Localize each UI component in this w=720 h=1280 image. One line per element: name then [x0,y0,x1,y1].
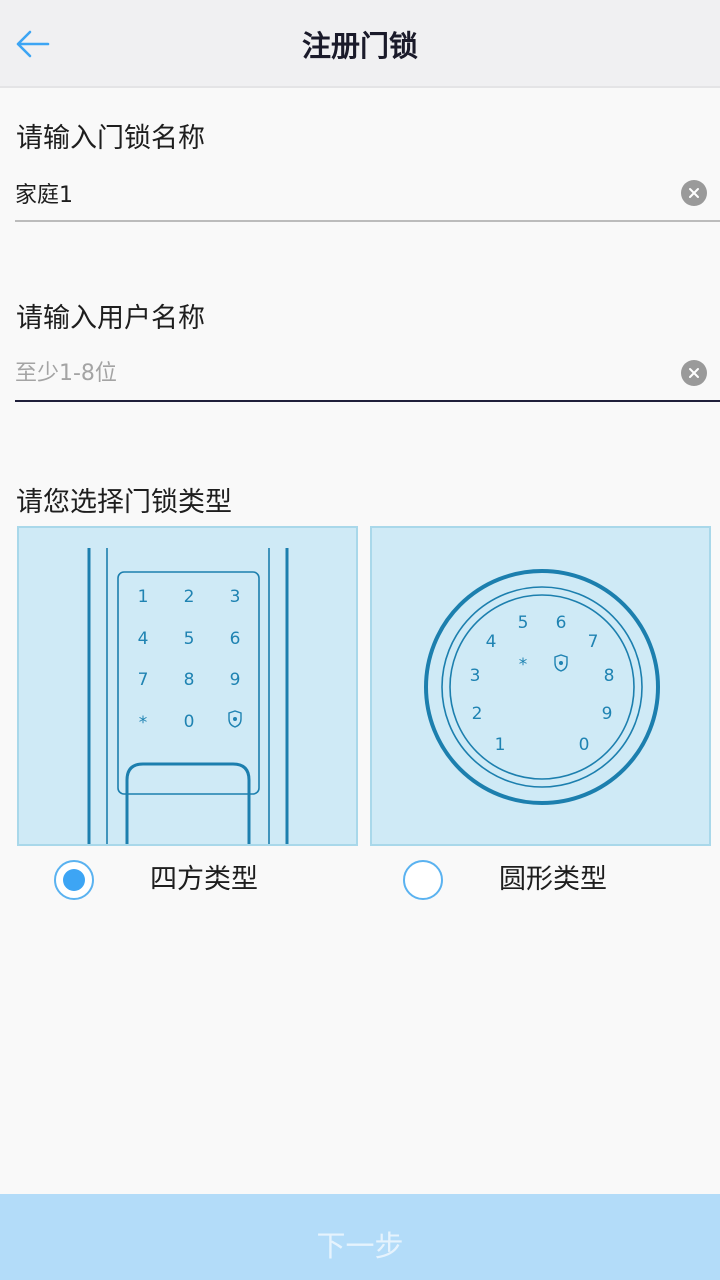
user-name-clear-button[interactable] [681,360,707,386]
square-type-label[interactable]: 四方类型 [150,862,258,898]
keypad-key: * [519,655,528,675]
keypad-key: 7 [138,670,149,690]
keypad-key: 8 [604,666,615,686]
keypad-key: 5 [518,613,529,633]
keypad-key: 3 [230,587,241,607]
lock-name-label: 请输入门锁名称 [16,123,205,154]
keypad-key: * [139,713,148,733]
keypad-key: 1 [495,735,506,755]
clear-icon [689,368,699,378]
user-name-input[interactable] [15,346,655,400]
lock-name-field [15,166,720,222]
keypad-key: 2 [472,704,483,724]
round-type-radio[interactable] [403,860,443,900]
keypad-key: 7 [588,632,599,652]
keypad-key: 6 [230,629,241,649]
round-type-label[interactable]: 圆形类型 [499,862,607,898]
keypad-key: 1 [138,587,149,607]
square-lock-card[interactable]: 1 2 3 4 5 6 7 8 9 * 0 [17,526,358,846]
user-name-label: 请输入用户名称 [16,303,205,334]
lock-type-label: 请您选择门锁类型 [16,487,232,518]
square-type-radio[interactable] [54,860,94,900]
keypad-key: 5 [184,629,195,649]
round-lock-card[interactable]: 5 6 4 7 3 * 8 2 9 1 0 [370,526,711,846]
app-header: 注册门锁 [0,0,720,88]
keypad-key: 0 [184,712,195,732]
round-lock-illustration: 5 6 4 7 3 * 8 2 9 1 0 [424,569,660,805]
keypad-key: 9 [230,670,241,690]
next-step-button[interactable]: 下一步 [0,1194,720,1280]
square-lock-illustration: 1 2 3 4 5 6 7 8 9 * 0 [87,548,289,844]
page-title: 注册门锁 [301,29,418,63]
keypad-key: 2 [184,587,195,607]
keypad-key: 8 [184,670,195,690]
register-lock-screen: 注册门锁 请输入门锁名称 请输入用户名称 请您选择门锁类型 [0,0,720,1280]
keypad-key: 3 [470,666,481,686]
keypad-key: 0 [579,735,590,755]
keypad-key: 4 [138,629,149,649]
keypad-key: 9 [602,704,613,724]
clear-icon [689,188,699,198]
keypad-key: 4 [486,632,497,652]
keypad-key: 6 [556,613,567,633]
user-name-field [15,346,720,402]
lock-name-clear-button[interactable] [681,180,707,206]
lock-name-input[interactable] [15,166,655,220]
